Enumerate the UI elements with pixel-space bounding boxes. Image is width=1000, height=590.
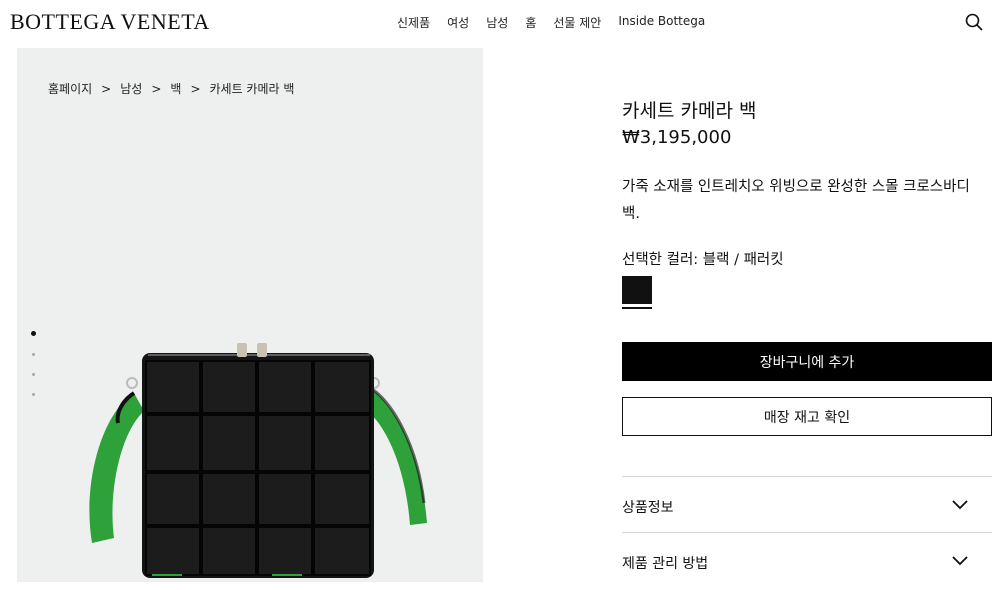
breadcrumb-separator: >	[151, 82, 162, 96]
nav-item-gifts[interactable]: 선물 제안	[553, 14, 601, 31]
check-store-stock-button[interactable]: 매장 재고 확인	[622, 397, 992, 436]
breadcrumb-home[interactable]: 홈페이지	[48, 82, 92, 96]
breadcrumb-separator: >	[101, 82, 112, 96]
gallery-pagination	[31, 331, 36, 413]
breadcrumb-men[interactable]: 남성	[120, 82, 142, 96]
search-icon[interactable]	[964, 12, 984, 32]
brand-logo[interactable]: BOTTEGA VENETA	[10, 9, 210, 35]
product-gallery[interactable]: 홈페이지 > 남성 > 백 > 카세트 카메라 백	[17, 48, 483, 582]
breadcrumb-bags[interactable]: 백	[170, 82, 181, 96]
product-name: 카세트 카메라 백	[622, 100, 757, 122]
nav-item-men[interactable]: 남성	[486, 14, 508, 31]
product-description: 가죽 소재를 인트레치오 위빙으로 완성한 스몰 크로스바디 백.	[622, 179, 970, 222]
accordion-label: 제품 관리 방법	[622, 556, 709, 572]
accordion-label: 상품정보	[622, 500, 674, 516]
gallery-dot-2[interactable]	[32, 353, 35, 356]
divider	[622, 476, 992, 477]
nav-item-inside-bottega[interactable]: Inside Bottega	[618, 14, 705, 31]
nav-item-home[interactable]: 홈	[525, 14, 536, 31]
product-image	[89, 343, 427, 578]
chevron-down-icon	[952, 556, 968, 566]
breadcrumb-separator: >	[190, 82, 201, 96]
gallery-dot-3[interactable]	[32, 373, 35, 376]
breadcrumb-current: 카세트 카메라 백	[209, 82, 295, 96]
divider	[622, 532, 992, 533]
breadcrumb: 홈페이지 > 남성 > 백 > 카세트 카메라 백	[48, 80, 300, 97]
chevron-down-icon	[952, 500, 968, 510]
nav-item-women[interactable]: 여성	[447, 14, 469, 31]
add-to-cart-button[interactable]: 장바구니에 추가	[622, 342, 992, 381]
color-swatch-black[interactable]	[622, 276, 652, 304]
accordion-product-info[interactable]: 상품정보	[622, 478, 992, 534]
nav-item-new[interactable]: 신제품	[397, 14, 430, 31]
product-price: ₩3,195,000	[622, 127, 732, 148]
selected-color-label: 선택한 컬러: 블랙 / 패러킷	[622, 252, 784, 268]
main-nav: 신제품 여성 남성 홈 선물 제안 Inside Bottega	[397, 14, 722, 31]
gallery-dot-4[interactable]	[32, 393, 35, 396]
gallery-dot-1[interactable]	[31, 331, 36, 336]
site-header: BOTTEGA VENETA 신제품 여성 남성 홈 선물 제안 Inside …	[0, 0, 1000, 48]
swatch-selected-indicator	[622, 307, 652, 309]
